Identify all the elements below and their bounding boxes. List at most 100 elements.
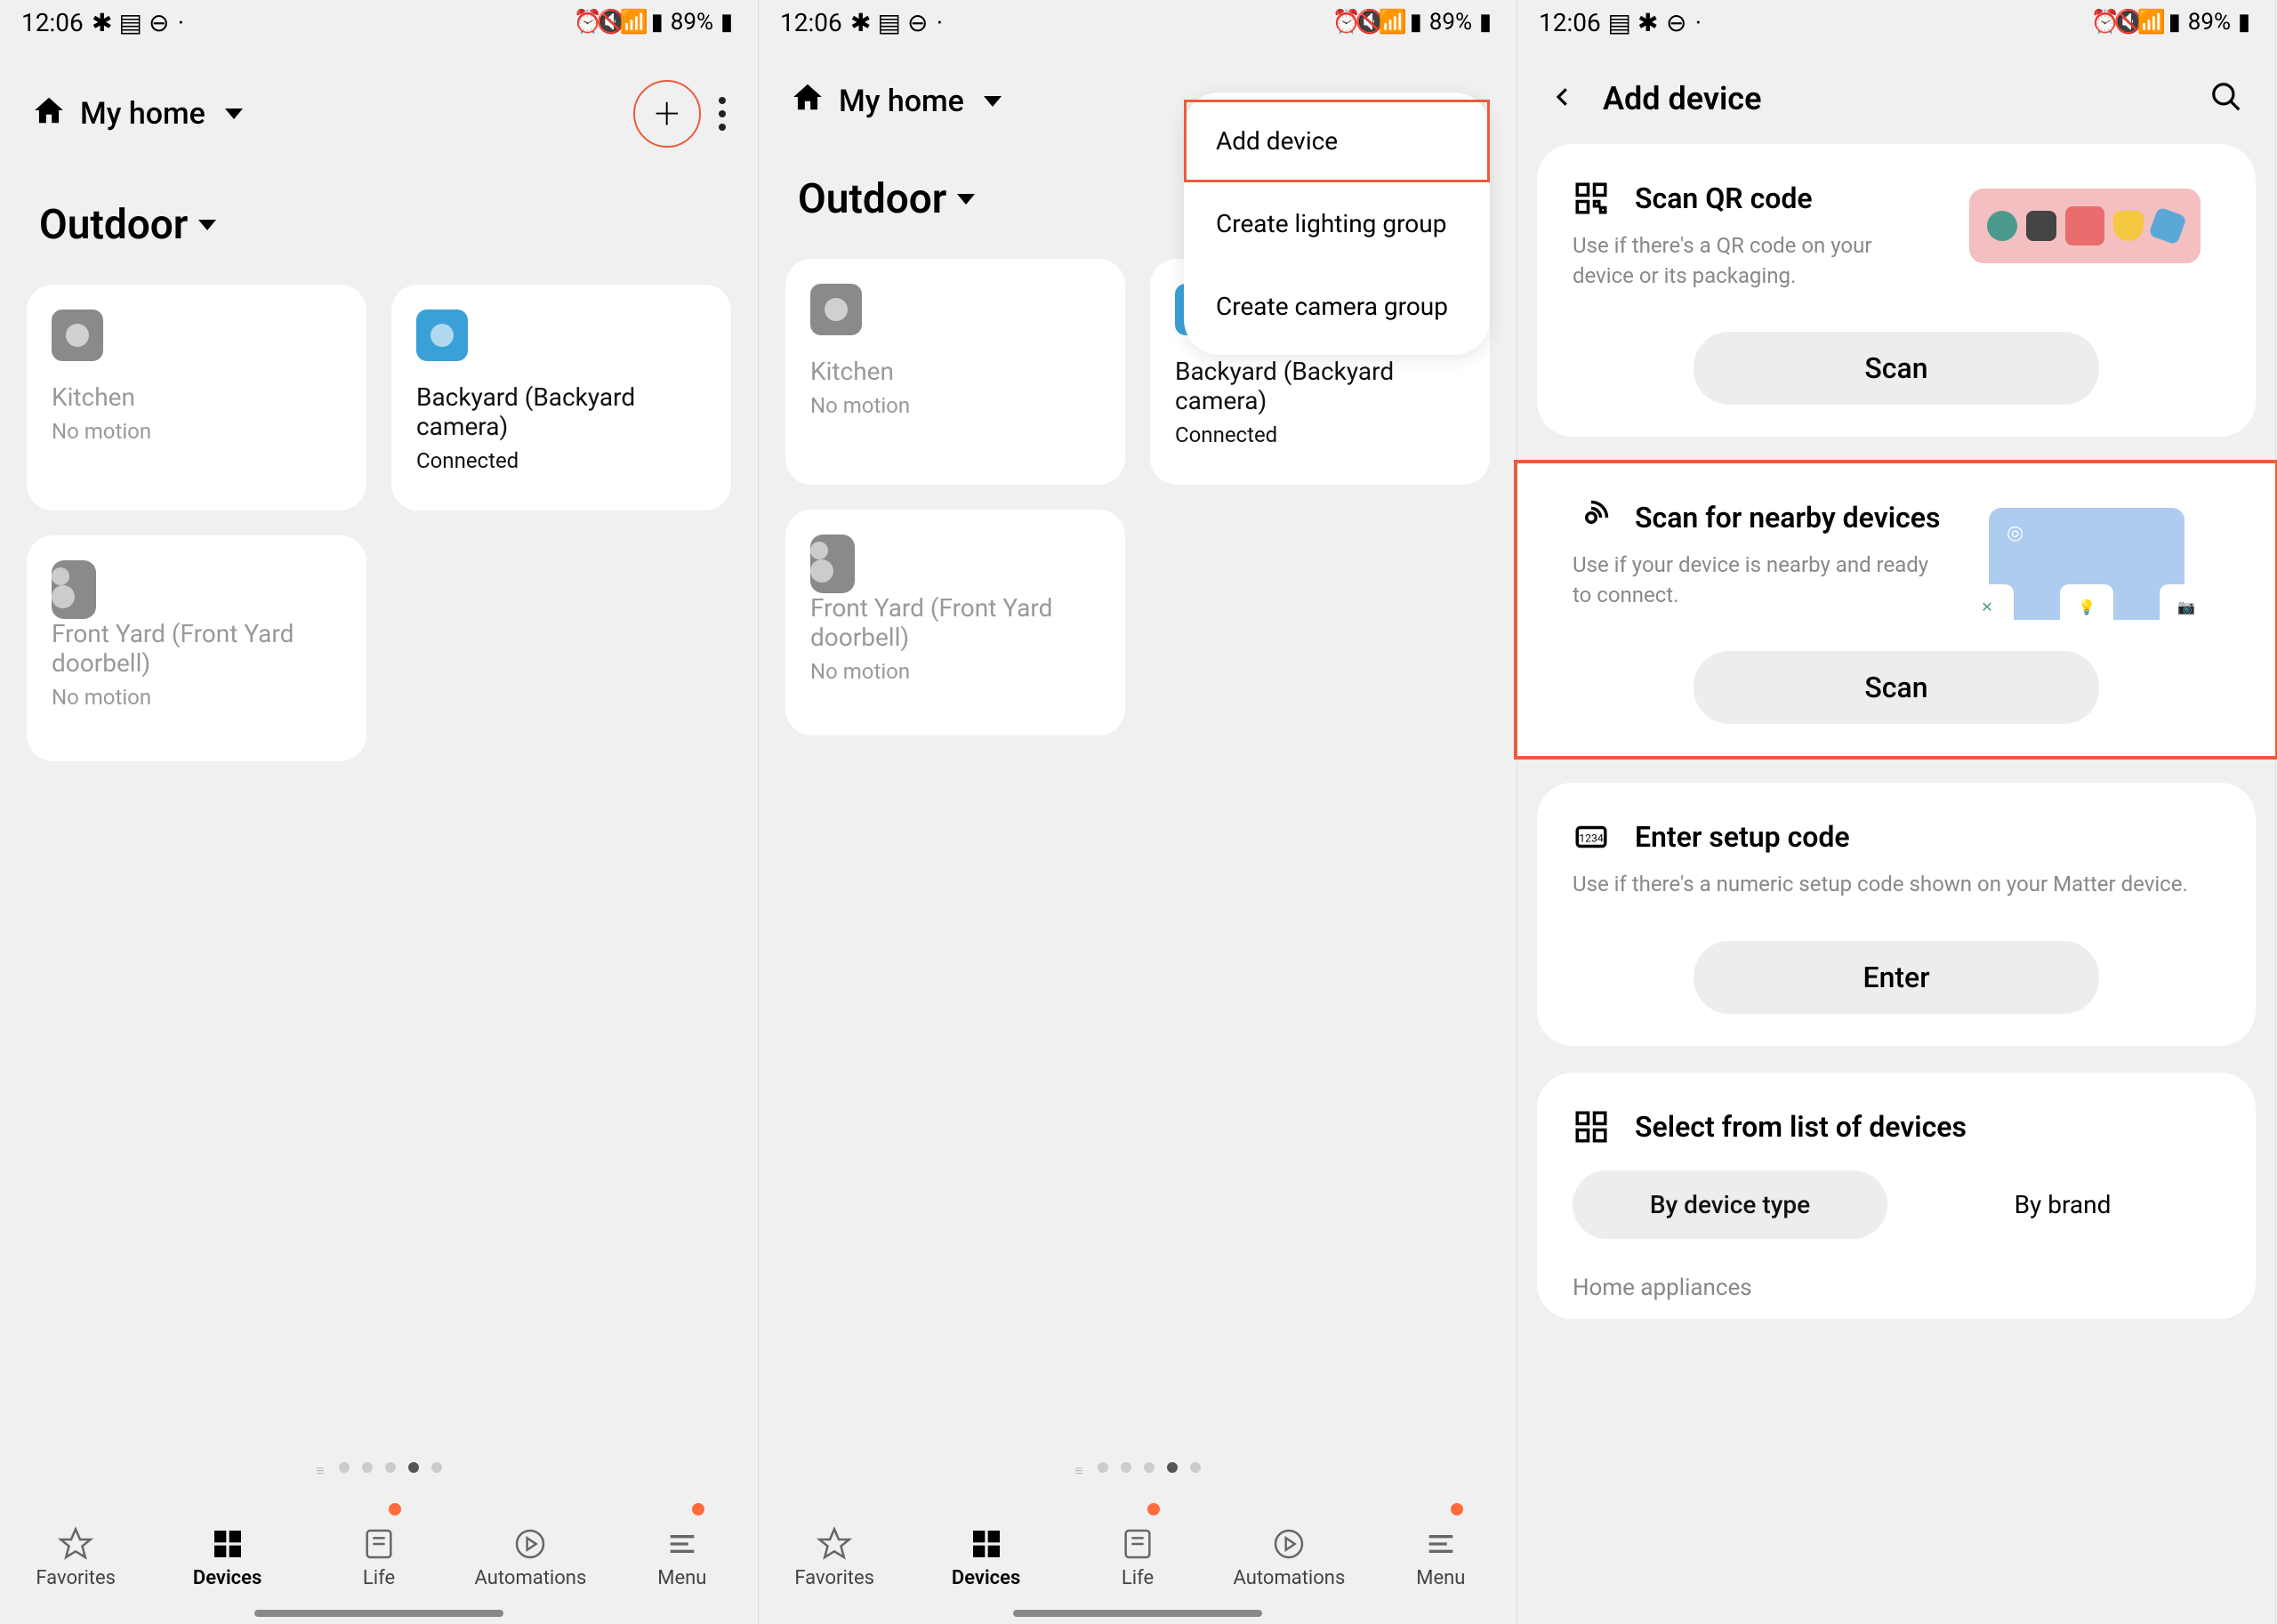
play-icon: [1271, 1526, 1307, 1562]
nav-life[interactable]: Life: [1062, 1491, 1213, 1624]
grid-icon: [969, 1526, 1004, 1562]
device-name: Kitchen: [810, 357, 1100, 386]
star-icon: [58, 1526, 93, 1562]
tab-device-type[interactable]: By device type: [1573, 1170, 1887, 1239]
radar-icon: [1573, 499, 1610, 536]
picture-icon: ▤: [880, 12, 899, 32]
nav-devices[interactable]: Devices: [151, 1491, 302, 1624]
nav-label: Automations: [475, 1567, 587, 1589]
nav-label: Life: [1122, 1567, 1154, 1589]
camera-icon: [416, 310, 468, 361]
location-selector[interactable]: My home: [791, 80, 1002, 122]
location-selector[interactable]: My home: [32, 93, 243, 135]
alarm-icon: ⏰: [578, 12, 598, 32]
chevron-down-icon: [957, 194, 975, 205]
nav-favorites[interactable]: Favorites: [759, 1491, 910, 1624]
nav-automations[interactable]: Automations: [1213, 1491, 1364, 1624]
battery-icon: ▮: [2234, 12, 2254, 32]
option-desc: Use if your device is nearby and ready t…: [1573, 551, 1937, 610]
battery-icon: ▮: [1476, 12, 1495, 32]
alarm-icon: ⏰: [1337, 12, 1356, 32]
search-button[interactable]: [2209, 80, 2243, 117]
device-list-tabs: By device type By brand: [1573, 1170, 2220, 1239]
bottom-nav: Favorites Devices Life Automations Menu: [0, 1491, 758, 1624]
list-icon: [1573, 1108, 1610, 1146]
dnd-icon: ⊖: [1667, 12, 1686, 32]
add-button[interactable]: +: [633, 80, 701, 148]
option-select-list: Select from list of devices By device ty…: [1537, 1073, 2256, 1319]
device-card-backyard[interactable]: Backyard (Backyard camera) Connected: [391, 285, 731, 511]
page-dot[interactable]: [1167, 1462, 1178, 1473]
chevron-down-icon: [198, 220, 216, 230]
kebab-menu-button[interactable]: [719, 97, 726, 131]
pagination-dots: ≡: [0, 1462, 758, 1480]
pagination-dots: ≡: [759, 1462, 1517, 1480]
wifi-icon: 📶: [1383, 12, 1403, 32]
popup-camera-group[interactable]: Create camera group: [1184, 265, 1490, 348]
nav-menu[interactable]: Menu: [607, 1491, 758, 1624]
mute-icon: 🔇: [2119, 12, 2138, 32]
picture-icon: ▤: [121, 12, 141, 32]
nav-favorites[interactable]: Favorites: [0, 1491, 151, 1624]
nav-label: Favorites: [794, 1567, 874, 1589]
tab-brand[interactable]: By brand: [1905, 1170, 2220, 1239]
nav-devices[interactable]: Devices: [910, 1491, 1061, 1624]
popup-add-device[interactable]: Add device: [1184, 100, 1490, 182]
status-time: 12:06: [780, 8, 842, 37]
qr-icon: [1573, 180, 1610, 217]
add-device-header: Add device: [1517, 44, 2275, 144]
page-dot[interactable]: [1121, 1462, 1131, 1473]
page-dot[interactable]: [1098, 1462, 1108, 1473]
menu-icon: [1423, 1526, 1459, 1562]
status-dot-icon: ·: [937, 8, 943, 37]
svg-text:1234: 1234: [1579, 832, 1604, 845]
scan-nearby-button[interactable]: Scan: [1694, 651, 2099, 724]
alarm-icon: ⏰: [2096, 12, 2115, 32]
page-dot[interactable]: [408, 1462, 419, 1473]
option-title: Scan QR code: [1635, 181, 1813, 215]
device-card-kitchen[interactable]: Kitchen No motion: [27, 285, 366, 511]
code-icon: 1234: [1573, 818, 1610, 856]
option-scan-qr[interactable]: Scan QR code Use if there's a QR code on…: [1537, 144, 2256, 437]
nav-automations[interactable]: Automations: [455, 1491, 606, 1624]
room-label-text: Outdoor: [39, 201, 188, 249]
enter-code-button[interactable]: Enter: [1694, 941, 2099, 1014]
option-title: Scan for nearby devices: [1635, 501, 1940, 535]
room-selector[interactable]: Outdoor: [0, 174, 758, 285]
option-scan-nearby[interactable]: Scan for nearby devices Use if your devi…: [1517, 463, 2275, 756]
option-desc: Use if there's a QR code on your device …: [1573, 231, 1937, 291]
signal-icon: ▮: [2165, 12, 2184, 32]
qr-illustration: [1969, 189, 2201, 304]
device-name: Front Yard (Front Yard doorbell): [52, 619, 342, 678]
home-indicator[interactable]: [254, 1610, 503, 1617]
page-dot[interactable]: [362, 1462, 373, 1473]
notification-badge: [1147, 1503, 1160, 1515]
device-name: Backyard (Backyard camera): [416, 382, 706, 441]
device-status: Connected: [416, 448, 706, 473]
device-card-frontyard[interactable]: Front Yard (Front Yard doorbell) No moti…: [27, 535, 366, 761]
document-icon: [361, 1526, 397, 1562]
battery-percent: 89%: [671, 9, 713, 36]
wifi-icon: 📶: [624, 12, 644, 32]
page-dot[interactable]: [1190, 1462, 1201, 1473]
camera-icon: [810, 284, 862, 335]
picture-icon: ▤: [1610, 12, 1629, 32]
battery-percent: 89%: [1429, 9, 1472, 36]
popup-lighting-group[interactable]: Create lighting group: [1184, 182, 1490, 265]
page-dot[interactable]: [385, 1462, 396, 1473]
device-card-kitchen[interactable]: Kitchen No motion: [785, 259, 1125, 485]
page-dot[interactable]: [431, 1462, 442, 1473]
device-card-frontyard[interactable]: Front Yard (Front Yard doorbell) No moti…: [785, 510, 1125, 736]
back-button[interactable]: [1549, 84, 1576, 114]
home-indicator[interactable]: [1013, 1610, 1262, 1617]
scan-qr-button[interactable]: Scan: [1694, 332, 2099, 405]
nav-menu[interactable]: Menu: [1365, 1491, 1517, 1624]
option-setup-code[interactable]: 1234 Enter setup code Use if there's a n…: [1537, 783, 2256, 1046]
dnd-icon: ⊖: [149, 12, 169, 32]
nav-life[interactable]: Life: [303, 1491, 455, 1624]
page-dot[interactable]: [1144, 1462, 1155, 1473]
page-dot[interactable]: [339, 1462, 350, 1473]
signal-icon: ▮: [1406, 12, 1426, 32]
status-time: 12:06: [1539, 8, 1601, 37]
notification-badge: [692, 1503, 704, 1515]
